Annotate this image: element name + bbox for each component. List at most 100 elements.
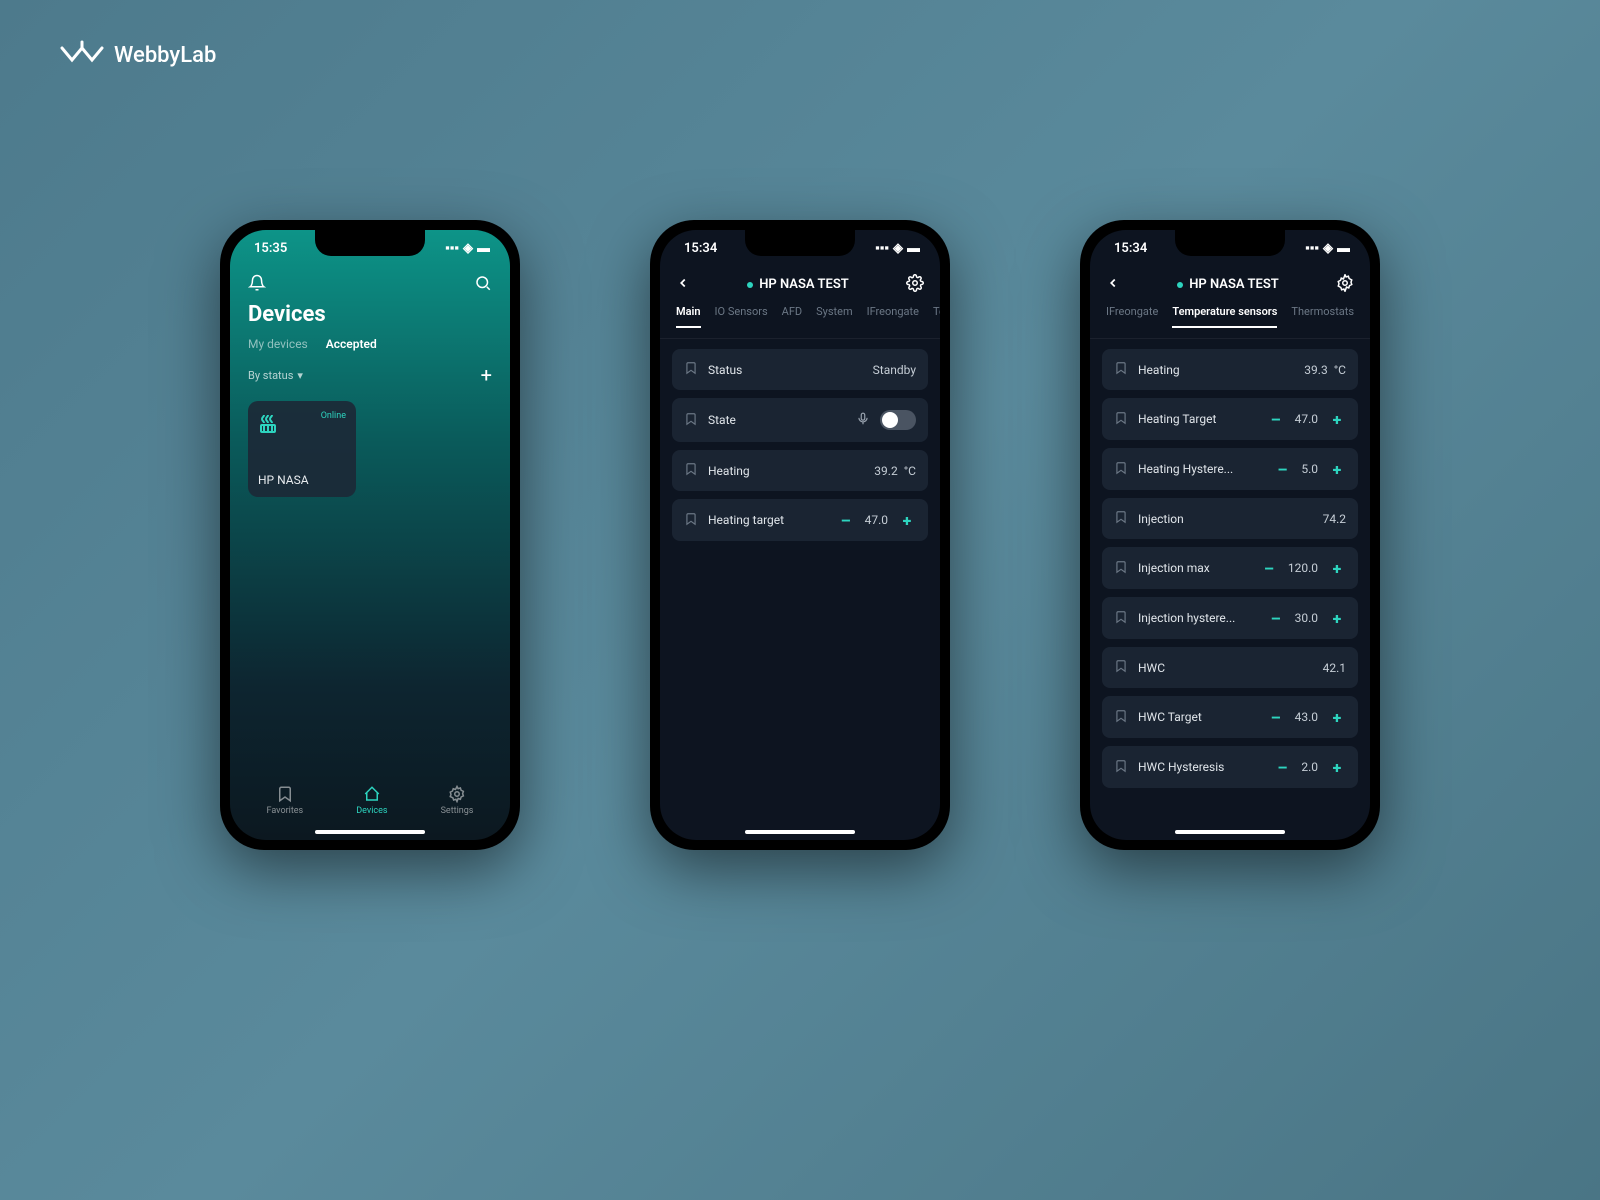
mic-icon[interactable] [856, 412, 870, 429]
plus-button[interactable]: + [1328, 609, 1346, 627]
tab-ifreongate[interactable]: IFreongate [1106, 305, 1158, 328]
row-injection-hysteresis[interactable]: Injection hystere... – 30.0 + [1102, 597, 1358, 639]
home-indicator[interactable] [745, 830, 855, 834]
battery-icon: ▬ [477, 240, 490, 256]
nav-devices[interactable]: Devices [356, 785, 387, 816]
minus-button[interactable]: – [1273, 460, 1291, 478]
bookmark-icon [1114, 560, 1128, 577]
plus-button[interactable]: + [898, 511, 916, 529]
row-label: Injection hystere... [1138, 611, 1257, 625]
row-label: HWC [1138, 661, 1313, 675]
battery-icon: ▬ [1337, 240, 1350, 256]
wifi-icon: ◈ [893, 241, 903, 256]
nav-favorites[interactable]: Favorites [267, 785, 304, 816]
tab-my-devices[interactable]: My devices [248, 337, 308, 351]
row-heating-target[interactable]: Heating target – 47.0 + [672, 499, 928, 541]
screen-main: 15:34 ▪▪▪ ◈ ▬ HP NASA TEST [660, 230, 940, 840]
tab-main[interactable]: Main [676, 305, 701, 328]
row-label: Injection max [1138, 561, 1250, 575]
row-heating[interactable]: Heating 39.3°C [1102, 349, 1358, 390]
home-indicator[interactable] [1175, 830, 1285, 834]
plus-button[interactable]: + [1328, 460, 1346, 478]
ios-status-bar: 15:34 ▪▪▪ ◈ ▬ [660, 230, 940, 266]
nav-settings[interactable]: Settings [441, 785, 474, 816]
plus-button[interactable]: + [1328, 410, 1346, 428]
search-icon[interactable] [474, 274, 492, 292]
plus-button[interactable]: + [1328, 559, 1346, 577]
row-label: Status [708, 363, 863, 377]
back-button[interactable] [676, 276, 690, 293]
plus-button[interactable]: + [1328, 758, 1346, 776]
row-injection[interactable]: Injection 74.2 [1102, 498, 1358, 539]
bookmark-icon [1114, 610, 1128, 627]
sub-tabs: My devices Accepted [230, 327, 510, 355]
ios-status-bar: 15:35 ▪▪▪ ◈ ▬ [230, 230, 510, 266]
bookmark-icon [684, 512, 698, 529]
brand-name: WebbyLab [114, 43, 216, 68]
row-hwc-hysteresis[interactable]: HWC Hysteresis – 2.0 + [1102, 746, 1358, 788]
state-toggle[interactable] [880, 410, 916, 430]
row-status[interactable]: Status Standby [672, 349, 928, 390]
row-value: 39.2°C [874, 464, 916, 478]
row-value: 74.2 [1323, 512, 1346, 526]
row-value: 5.0 [1301, 462, 1318, 476]
device-card[interactable]: Online HP NASA [248, 401, 356, 497]
minus-button[interactable]: – [1267, 708, 1285, 726]
signal-icon: ▪▪▪ [875, 240, 889, 256]
row-heating-hysteresis[interactable]: Heating Hystere... – 5.0 + [1102, 448, 1358, 490]
signal-icon: ▪▪▪ [1305, 240, 1319, 256]
signal-icon: ▪▪▪ [445, 240, 459, 256]
bell-icon[interactable] [248, 274, 266, 292]
row-hwc-target[interactable]: HWC Target – 43.0 + [1102, 696, 1358, 738]
tab-te[interactable]: Te [933, 305, 940, 328]
row-label: State [708, 413, 846, 427]
row-value: 2.0 [1301, 760, 1318, 774]
status-indicators: ▪▪▪ ◈ ▬ [875, 240, 920, 256]
row-injection-max[interactable]: Injection max – 120.0 + [1102, 547, 1358, 589]
add-button[interactable]: + [481, 363, 492, 387]
minus-button[interactable]: – [1273, 758, 1291, 776]
back-button[interactable] [1106, 276, 1120, 293]
phone-mockups: 15:35 ▪▪▪ ◈ ▬ Devices My devices Accepte… [0, 220, 1600, 850]
bookmark-icon [1114, 709, 1128, 726]
home-indicator[interactable] [315, 830, 425, 834]
minus-button[interactable]: – [1267, 410, 1285, 428]
bookmark-icon [684, 361, 698, 378]
tab-temperature-sensors[interactable]: Temperature sensors [1172, 305, 1277, 328]
screen-temperature: 15:34 ▪▪▪ ◈ ▬ HP NASA TEST [1090, 230, 1370, 840]
row-value: Standby [873, 363, 916, 377]
filter-by-status[interactable]: By status ▾ [248, 369, 303, 382]
tab-thermostats[interactable]: Thermostats [1291, 305, 1354, 328]
minus-button[interactable]: – [1267, 609, 1285, 627]
nav-label: Settings [441, 806, 474, 816]
row-label: Heating target [708, 513, 827, 527]
row-label: Heating Target [1138, 412, 1257, 426]
tab-strip[interactable]: Main IO Sensors AFD System IFreongate Te [660, 305, 940, 339]
row-heating[interactable]: Heating 39.2°C [672, 450, 928, 491]
tab-ifreongate[interactable]: IFreongate [867, 305, 919, 328]
status-indicators: ▪▪▪ ◈ ▬ [445, 240, 490, 256]
minus-button[interactable]: – [837, 511, 855, 529]
row-label: HWC Target [1138, 710, 1257, 724]
bookmark-icon [1114, 659, 1128, 676]
minus-button[interactable]: – [1260, 559, 1278, 577]
phone-1: 15:35 ▪▪▪ ◈ ▬ Devices My devices Accepte… [220, 220, 520, 850]
row-heating-target[interactable]: Heating Target – 47.0 + [1102, 398, 1358, 440]
tab-afd[interactable]: AFD [782, 305, 802, 328]
tab-io-sensors[interactable]: IO Sensors [715, 305, 768, 328]
status-time: 15:35 [254, 241, 287, 256]
row-hwc[interactable]: HWC 42.1 [1102, 647, 1358, 688]
row-value: 47.0 [865, 513, 888, 527]
row-value: 39.3°C [1304, 363, 1346, 377]
device-name: HP NASA [258, 473, 346, 487]
row-value: 120.0 [1288, 561, 1318, 575]
tab-system[interactable]: System [816, 305, 853, 328]
settings-gear-icon[interactable] [906, 274, 924, 295]
plus-button[interactable]: + [1328, 708, 1346, 726]
screen-devices: 15:35 ▪▪▪ ◈ ▬ Devices My devices Accepte… [230, 230, 510, 840]
tab-accepted[interactable]: Accepted [326, 337, 377, 351]
settings-gear-icon[interactable] [1336, 274, 1354, 295]
main-rows: Status Standby State Heating 39.2°C Heat… [660, 339, 940, 551]
tab-strip[interactable]: IFreongate Temperature sensors Thermosta… [1090, 305, 1370, 339]
row-state[interactable]: State [672, 398, 928, 442]
